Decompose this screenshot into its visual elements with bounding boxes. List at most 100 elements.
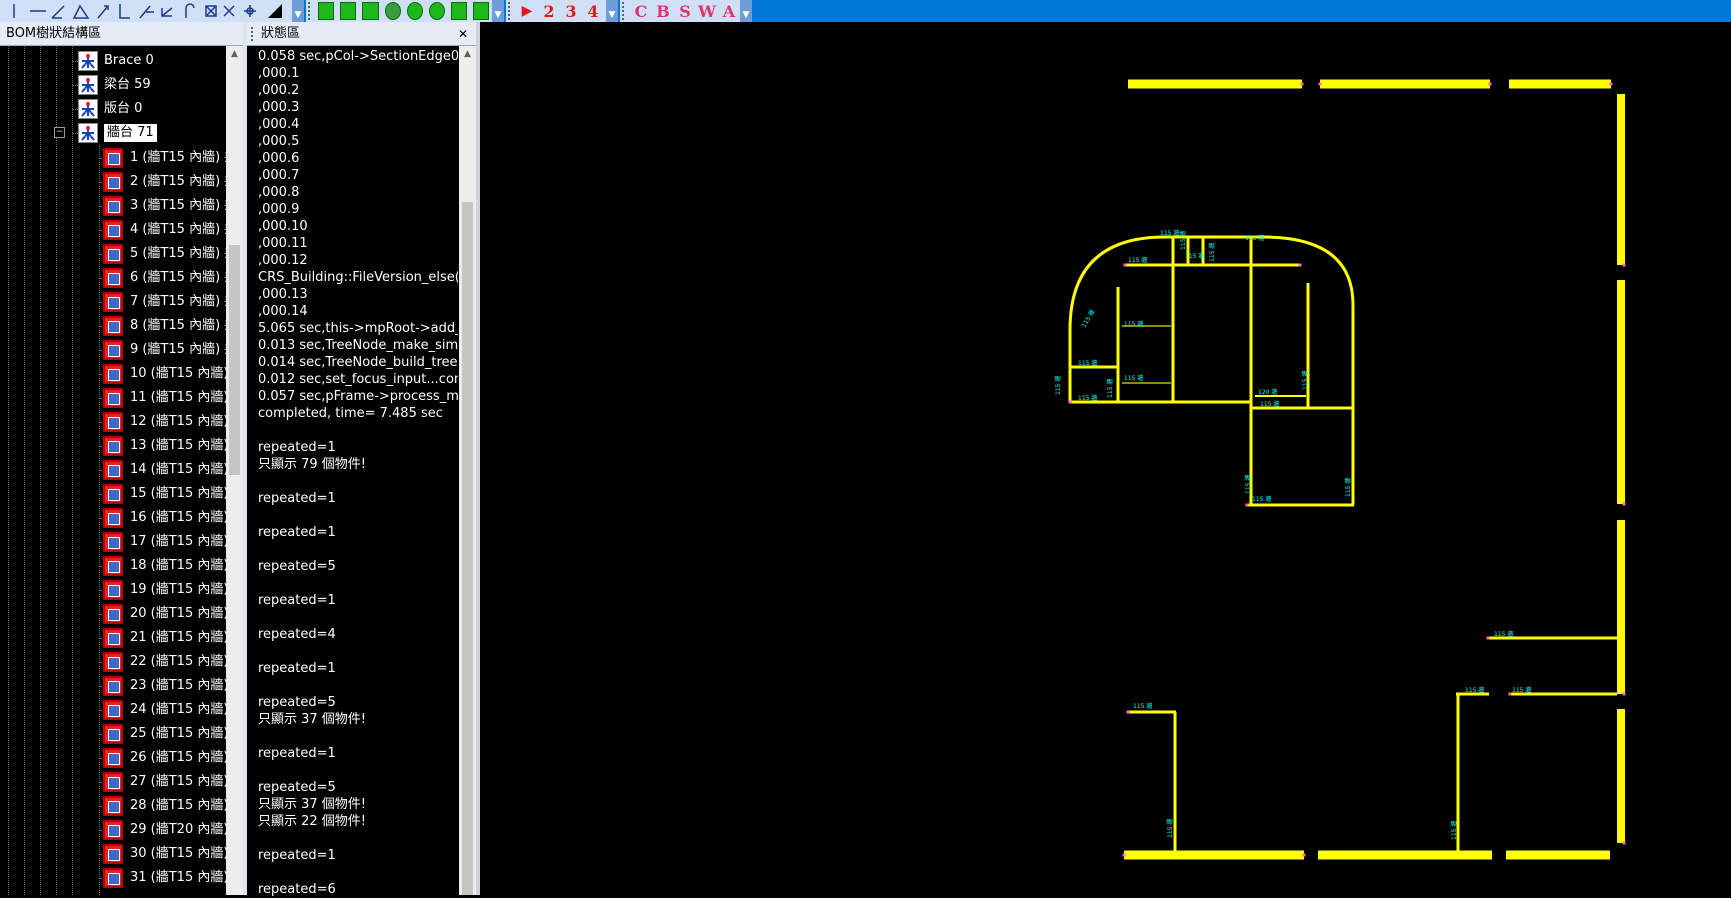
tree-wall-item[interactable]: 16 (牆T15 內牆) bbox=[130, 509, 226, 527]
bom-scrollbar-thumb[interactable] bbox=[229, 245, 240, 475]
green-tool-1-icon[interactable] bbox=[318, 2, 335, 20]
status-line bbox=[258, 728, 458, 745]
toolbar-overflow-3[interactable]: ▼ bbox=[606, 0, 618, 22]
status-line bbox=[258, 762, 458, 779]
zoom-tool-icon[interactable] bbox=[472, 2, 490, 20]
green-tool-2-icon[interactable] bbox=[340, 2, 357, 20]
filter-b-button[interactable]: B bbox=[653, 1, 673, 21]
tree-wall-item[interactable]: 6 (牆T15 內牆) 丼 bbox=[130, 269, 226, 287]
curved-wall[interactable] bbox=[1068, 235, 1355, 505]
tree-category-label[interactable]: Brace 0 bbox=[104, 52, 154, 70]
tree-wall-item[interactable]: 25 (牆T15 內牆) bbox=[130, 725, 226, 743]
wall-item-icon bbox=[103, 172, 123, 192]
tree-category-label[interactable]: 梁台 59 bbox=[104, 76, 151, 94]
tree-wall-item[interactable]: 4 (牆T15 內牆) 丼 bbox=[130, 221, 226, 239]
toolbar-grip[interactable] bbox=[308, 2, 315, 20]
dimension-label: 115 牆 bbox=[1080, 308, 1097, 329]
status-line: ,000.8 bbox=[258, 185, 300, 200]
status-line: repeated=1 bbox=[258, 848, 336, 863]
filter-w-button[interactable]: W bbox=[697, 1, 717, 21]
tree-wall-item[interactable]: 31 (牆T15 內牆) bbox=[130, 869, 226, 887]
tree-wall-item[interactable]: 7 (牆T15 內牆) 丼 bbox=[130, 293, 226, 311]
footing-icon[interactable] bbox=[119, 4, 130, 19]
tree-wall-item[interactable]: 27 (牆T15 內牆) bbox=[130, 773, 226, 791]
green-tool-3-icon[interactable] bbox=[362, 2, 379, 20]
status-scrollbar-thumb[interactable] bbox=[462, 202, 473, 895]
collapse-icon[interactable]: − bbox=[54, 127, 65, 138]
wall-endpoint-marker bbox=[1622, 692, 1626, 696]
snap-icon[interactable] bbox=[185, 3, 195, 18]
status-line: 只顯示 37 個物件! bbox=[258, 797, 367, 812]
tree-wall-item[interactable]: 30 (牆T15 內牆) bbox=[130, 845, 226, 863]
dimension-label: 115 牆 bbox=[1244, 475, 1252, 494]
play-icon[interactable]: ▶ bbox=[517, 1, 537, 21]
toolbar-grip[interactable] bbox=[508, 2, 516, 20]
tree-wall-item[interactable]: 5 (牆T15 內牆) 丼 bbox=[130, 245, 226, 263]
view-2-button[interactable]: 2 bbox=[539, 1, 559, 21]
scroll-up-icon[interactable]: ▲ bbox=[226, 46, 243, 63]
close-icon[interactable]: ✕ bbox=[458, 22, 468, 46]
wall-endpoint-marker bbox=[1123, 263, 1127, 267]
green-tool-5-icon[interactable] bbox=[406, 2, 423, 20]
wall-item-icon bbox=[103, 268, 123, 288]
tree-wall-item[interactable]: 28 (牆T15 內牆) bbox=[130, 797, 226, 815]
toolbar-overflow-4[interactable]: ▼ bbox=[740, 0, 752, 22]
cross-icon[interactable] bbox=[223, 5, 235, 17]
filter-c-button[interactable]: C bbox=[631, 1, 651, 21]
tree-wall-item[interactable]: 10 (牆T15 內牆) bbox=[130, 365, 226, 383]
status-line bbox=[258, 643, 458, 660]
tree-wall-item[interactable]: 29 (牆T20 內牆) bbox=[130, 821, 226, 839]
globe-tool-icon[interactable] bbox=[384, 2, 401, 20]
tree-wall-item[interactable]: 26 (牆T15 內牆) bbox=[130, 749, 226, 767]
status-panel-grip[interactable] bbox=[251, 27, 253, 41]
grid-icon[interactable] bbox=[139, 5, 154, 19]
tree-wall-item[interactable]: 23 (牆T15 內牆) bbox=[130, 677, 226, 695]
tree-wall-item[interactable]: 1 (牆T15 內牆) 丼 bbox=[130, 149, 226, 167]
tree-wall-item[interactable]: 8 (牆T15 內牆) 丼 bbox=[130, 317, 226, 335]
tree-wall-item[interactable]: 14 (牆T15 內牆) bbox=[130, 461, 226, 479]
tree-wall-item[interactable]: 9 (牆T15 內牆) 丼 bbox=[130, 341, 226, 359]
tree-category-label[interactable]: 牆台 71 bbox=[104, 124, 157, 142]
tree-wall-item[interactable]: 18 (牆T15 內牆) bbox=[130, 557, 226, 575]
brace-icon[interactable] bbox=[51, 5, 65, 19]
cad-viewport[interactable]: 115 牆115 牆115 牆115 牆 115 牆115 牆115 牆115 牆… bbox=[480, 22, 1731, 895]
tree-wall-item[interactable]: 15 (牆T15 內牆) bbox=[130, 485, 226, 503]
slab-icon[interactable] bbox=[72, 4, 90, 19]
fill-icon[interactable] bbox=[268, 4, 282, 18]
view-4-button[interactable]: 4 bbox=[583, 1, 603, 21]
view-3-button[interactable]: 3 bbox=[561, 1, 581, 21]
filter-a-button[interactable]: A bbox=[719, 1, 739, 21]
tree-wall-item[interactable]: 21 (牆T15 內牆) bbox=[130, 629, 226, 647]
status-line: ,000.10 bbox=[258, 219, 308, 234]
toolbar-overflow-1[interactable]: ▼ bbox=[292, 0, 304, 22]
wall-item-icon bbox=[103, 412, 123, 432]
tree-wall-item[interactable]: 11 (牆T15 內牆) bbox=[130, 389, 226, 407]
dimension-label: 115 牆 bbox=[1494, 630, 1513, 638]
toolbar-overflow-2[interactable]: ▼ bbox=[492, 0, 504, 22]
tree-wall-item[interactable]: 17 (牆T15 內牆) bbox=[130, 533, 226, 551]
dimension-icon[interactable] bbox=[161, 7, 173, 17]
status-line: repeated=1 bbox=[258, 661, 336, 676]
tree-category-label[interactable]: 版台 0 bbox=[104, 100, 142, 118]
wall-item-icon bbox=[103, 484, 123, 504]
filter-s-button[interactable]: S bbox=[675, 1, 695, 21]
green-tool-7-icon[interactable] bbox=[450, 2, 467, 20]
wall-item-icon bbox=[103, 748, 123, 768]
wall-icon[interactable] bbox=[97, 5, 109, 19]
green-tool-6-icon[interactable] bbox=[428, 2, 445, 20]
toolbar-grip[interactable] bbox=[622, 2, 630, 20]
tree-wall-item[interactable]: 3 (牆T15 內牆) 丼 bbox=[130, 197, 226, 215]
wall-item-icon bbox=[103, 772, 123, 792]
tree-wall-item[interactable]: 24 (牆T15 內牆) bbox=[130, 701, 226, 719]
tree-wall-item[interactable]: 19 (牆T15 內牆) bbox=[130, 581, 226, 599]
tree-wall-item[interactable]: 22 (牆T15 內牆) bbox=[130, 653, 226, 671]
status-line: ,000.13 bbox=[258, 287, 308, 302]
wall-endpoint-marker bbox=[1486, 636, 1490, 640]
tree-wall-item[interactable]: 2 (牆T15 內牆) 丼 bbox=[130, 173, 226, 191]
wall-item-icon bbox=[103, 532, 123, 552]
category-icon bbox=[78, 123, 98, 143]
scroll-up-icon[interactable]: ▲ bbox=[459, 46, 476, 63]
tree-wall-item[interactable]: 20 (牆T15 內牆) bbox=[130, 605, 226, 623]
tree-wall-item[interactable]: 12 (牆T15 內牆) bbox=[130, 413, 226, 431]
tree-wall-item[interactable]: 13 (牆T15 內牆) bbox=[130, 437, 226, 455]
